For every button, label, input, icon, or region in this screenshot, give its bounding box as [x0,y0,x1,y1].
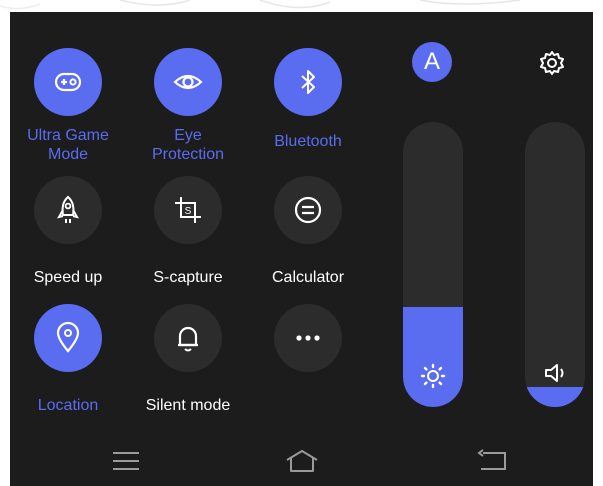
location-label: Location [37,397,99,414]
svg-text:S: S [185,206,192,217]
tile-more[interactable] [258,304,358,382]
bluetooth-label: Bluetooth [274,133,342,150]
calculator-label: Calculator [271,269,345,286]
s-capture-label: S-capture [153,269,223,286]
quick-settings-panel: Ultra Game Mode Eye Protection Bluetooth [10,12,593,486]
brightness-slider-fill [403,307,463,407]
ultra-game-mode-toggle[interactable] [34,48,102,116]
eye-protection-label: Eye Protection [151,127,225,163]
speed-up-button[interactable] [34,176,102,244]
eye-protection-toggle[interactable] [154,48,222,116]
calculator-icon [294,196,322,224]
brightness-slider[interactable] [403,122,463,407]
nav-menu-button[interactable] [106,446,146,476]
speaker-icon [545,364,564,382]
tile-silent-mode[interactable]: Silent mode [138,304,238,415]
silent-mode-label: Silent mode [145,397,231,414]
gear-icon [540,51,564,75]
volume-slider[interactable] [525,122,585,407]
nav-home-button[interactable] [282,446,322,476]
more-icon [296,335,320,341]
ultra-game-mode-label: Ultra Game Mode [27,127,109,163]
tile-eye-protection[interactable]: Eye Protection [138,48,238,164]
back-icon [477,449,506,470]
tile-ultra-game-mode[interactable]: Ultra Game Mode [18,48,118,164]
navigation-bar [10,434,593,486]
rocket-icon [56,195,80,223]
speed-up-label: Speed up [33,269,103,286]
location-toggle[interactable] [34,304,102,372]
eye-icon [173,74,203,90]
calculator-button[interactable] [274,176,342,244]
volume-slider-fill [525,387,585,407]
tile-location[interactable]: Location [18,304,118,415]
tile-s-capture[interactable]: S S-capture [138,176,238,287]
bluetooth-icon [301,70,315,94]
more-button[interactable] [274,304,342,372]
sun-icon [420,363,446,389]
tile-speed-up[interactable]: Speed up [18,176,118,287]
location-pin-icon [56,321,80,353]
bell-icon [178,326,198,352]
auto-brightness-button[interactable]: A [412,42,452,82]
gamepad-icon [54,72,82,92]
nav-back-button[interactable] [472,446,512,476]
home-icon [286,450,318,472]
menu-icon [113,452,139,470]
tile-bluetooth[interactable]: Bluetooth [258,48,358,151]
crop-icon: S [175,197,201,223]
s-capture-button[interactable]: S [154,176,222,244]
tile-calculator[interactable]: Calculator [258,176,358,287]
bluetooth-toggle[interactable] [274,48,342,116]
settings-button[interactable] [535,46,569,80]
silent-mode-toggle[interactable] [154,304,222,372]
auto-brightness-letter: A [412,42,452,82]
